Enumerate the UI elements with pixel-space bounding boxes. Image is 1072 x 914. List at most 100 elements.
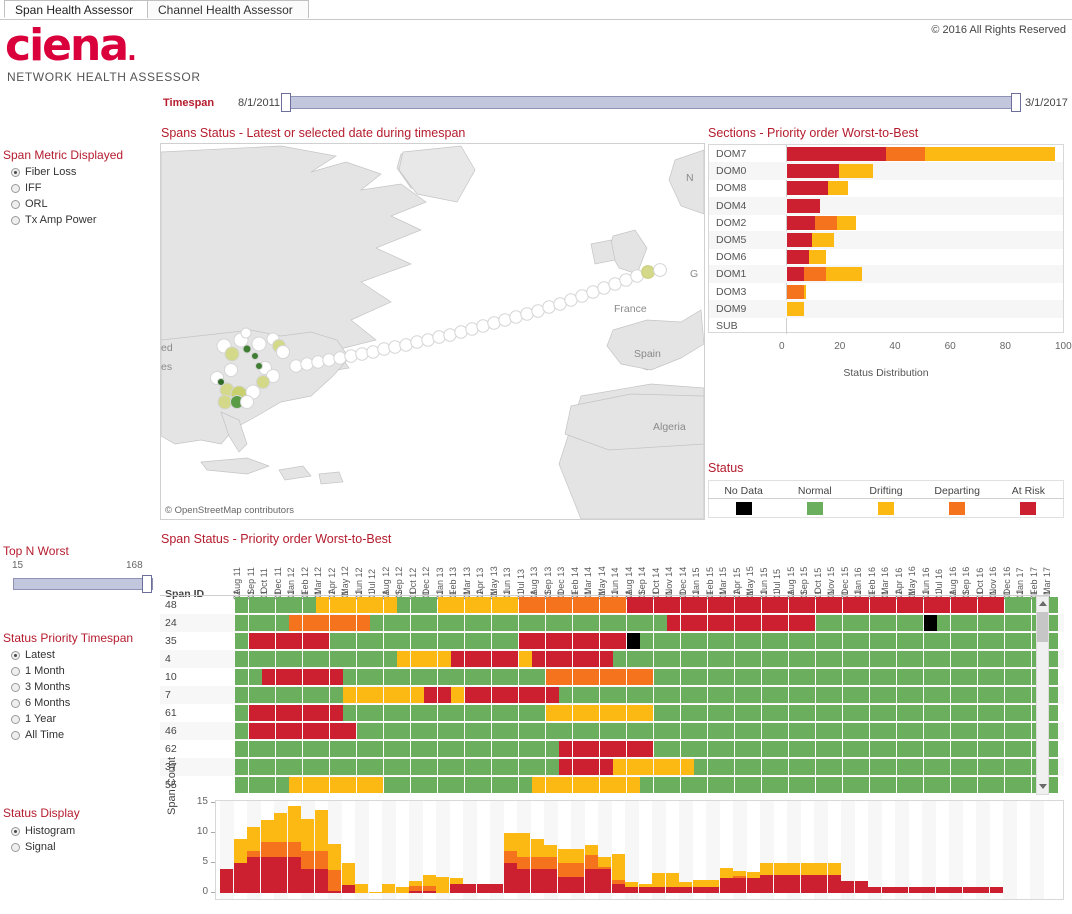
- heatmap-cell[interactable]: [977, 705, 991, 721]
- heatmap-cell[interactable]: [586, 723, 599, 739]
- heatmap-cell[interactable]: [991, 777, 1004, 793]
- heatmap-cell[interactable]: [991, 741, 1004, 757]
- sections-bar-row[interactable]: DOM6: [709, 248, 1063, 266]
- heatmap-cell[interactable]: [505, 777, 518, 793]
- heatmap-cell[interactable]: [802, 777, 815, 793]
- heatmap-cell[interactable]: [883, 687, 896, 703]
- heatmap-row[interactable]: 35: [160, 632, 1064, 650]
- heatmap-cell[interactable]: [275, 687, 289, 703]
- sections-bar-segment[interactable]: [811, 233, 834, 247]
- heatmap-cell[interactable]: [883, 741, 896, 757]
- heatmap-cell[interactable]: [410, 615, 424, 631]
- heatmap-cell[interactable]: [518, 741, 532, 757]
- heatmap-cell[interactable]: [437, 651, 451, 667]
- heatmap-cell[interactable]: [397, 615, 410, 631]
- heatmap-cell[interactable]: [613, 741, 626, 757]
- heatmap-cell[interactable]: [437, 615, 451, 631]
- heatmap-cell[interactable]: [829, 669, 842, 685]
- heatmap-cell[interactable]: [991, 597, 1004, 613]
- heatmap-cell[interactable]: [829, 651, 842, 667]
- heatmap-cell[interactable]: [343, 741, 356, 757]
- heatmap-cell[interactable]: [896, 687, 910, 703]
- heatmap-cell[interactable]: [788, 669, 802, 685]
- timespan-slider-track[interactable]: [285, 96, 1015, 109]
- heatmap-cell[interactable]: [424, 777, 437, 793]
- sections-bar-row[interactable]: SUB: [709, 317, 1063, 335]
- heatmap-cell[interactable]: [694, 669, 707, 685]
- heatmap-cell[interactable]: [694, 705, 707, 721]
- heatmap-cell[interactable]: [1018, 723, 1031, 739]
- heatmap-cell[interactable]: [518, 651, 532, 667]
- heatmap-cell[interactable]: [356, 723, 370, 739]
- heatmap-cell[interactable]: [410, 777, 424, 793]
- heatmap-cell[interactable]: [532, 615, 545, 631]
- heatmap-cell[interactable]: [464, 615, 478, 631]
- heatmap-cell[interactable]: [680, 723, 694, 739]
- heatmap-cell[interactable]: [248, 615, 262, 631]
- heatmap-cell[interactable]: [856, 741, 869, 757]
- heatmap-cell[interactable]: [370, 759, 383, 775]
- histogram-bar[interactable]: [706, 880, 719, 893]
- heatmap-cell[interactable]: [316, 723, 329, 739]
- heatmap-cell[interactable]: [275, 777, 289, 793]
- heatmap-cell[interactable]: [599, 597, 613, 613]
- heatmap-cell[interactable]: [383, 633, 397, 649]
- heatmap-cell[interactable]: [856, 759, 869, 775]
- heatmap-row[interactable]: 10: [160, 668, 1064, 686]
- status-legend-swatch[interactable]: [1020, 502, 1037, 515]
- heatmap-cell[interactable]: [586, 759, 599, 775]
- heatmap-cell[interactable]: [302, 687, 316, 703]
- heatmap-cell[interactable]: [505, 723, 518, 739]
- histogram-bar[interactable]: [719, 868, 733, 893]
- heatmap-cell[interactable]: [559, 741, 572, 757]
- heatmap-cell[interactable]: [923, 723, 937, 739]
- heatmap-cell[interactable]: [910, 651, 923, 667]
- heatmap-cell[interactable]: [734, 651, 748, 667]
- histogram-bar[interactable]: [571, 848, 584, 893]
- heatmap-cell[interactable]: [829, 723, 842, 739]
- heatmap-cell[interactable]: [613, 705, 626, 721]
- heatmap-cell[interactable]: [545, 597, 559, 613]
- histogram-bar[interactable]: [382, 884, 395, 893]
- heatmap-cell[interactable]: [707, 705, 721, 721]
- heatmap-cell[interactable]: [491, 723, 505, 739]
- heatmap-cell[interactable]: [1004, 705, 1018, 721]
- heatmap-cell[interactable]: [451, 633, 464, 649]
- histogram-bar[interactable]: [827, 863, 841, 893]
- heatmap-cell[interactable]: [788, 651, 802, 667]
- heatmap-cell[interactable]: [262, 651, 275, 667]
- heatmap-cell[interactable]: [802, 651, 815, 667]
- heatmap-cell[interactable]: [923, 669, 937, 685]
- histogram-bar[interactable]: [247, 827, 260, 893]
- heatmap-cell[interactable]: [613, 687, 626, 703]
- heatmap-cell[interactable]: [518, 705, 532, 721]
- heatmap-cell[interactable]: [505, 705, 518, 721]
- heatmap-cell[interactable]: [356, 669, 370, 685]
- heatmap-cell[interactable]: [910, 759, 923, 775]
- heatmap-cell[interactable]: [532, 687, 545, 703]
- heatmap-cell[interactable]: [815, 687, 829, 703]
- heatmap-cell[interactable]: [883, 777, 896, 793]
- heatmap-cell[interactable]: [275, 723, 289, 739]
- radio-3-months[interactable]: 3 Months: [11, 679, 70, 695]
- heatmap-row[interactable]: 48: [160, 596, 1064, 614]
- heatmap-cell[interactable]: [748, 777, 761, 793]
- heatmap-cell[interactable]: [950, 597, 964, 613]
- heatmap-cell[interactable]: [478, 669, 491, 685]
- heatmap-cell[interactable]: [235, 687, 248, 703]
- heatmap-cell[interactable]: [694, 615, 707, 631]
- heatmap-cell[interactable]: [896, 633, 910, 649]
- heatmap-cell[interactable]: [451, 687, 464, 703]
- heatmap-cell[interactable]: [788, 723, 802, 739]
- histogram-bar[interactable]: [449, 878, 463, 893]
- heatmap-scrollbar-thumb[interactable]: [1037, 612, 1048, 642]
- heatmap-cell[interactable]: [842, 687, 856, 703]
- histogram-bar[interactable]: [598, 857, 611, 893]
- heatmap-cell[interactable]: [748, 687, 761, 703]
- heatmap-cell[interactable]: [572, 615, 586, 631]
- heatmap-cell[interactable]: [640, 687, 653, 703]
- heatmap-cell[interactable]: [383, 741, 397, 757]
- heatmap-cell[interactable]: [329, 633, 343, 649]
- heatmap-cell[interactable]: [923, 633, 937, 649]
- heatmap-cell[interactable]: [950, 633, 964, 649]
